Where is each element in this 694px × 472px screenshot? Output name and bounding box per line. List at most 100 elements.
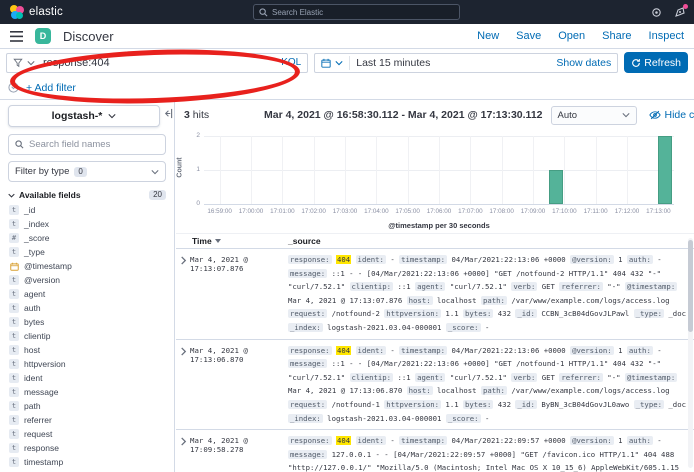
chevron-down-icon[interactable] <box>335 60 343 66</box>
refresh-button[interactable]: Refresh <box>624 52 688 73</box>
source-field-name: bytes: <box>463 400 493 409</box>
search-icon <box>259 8 268 17</box>
source-value: /notfound-2 <box>332 309 380 318</box>
settings-icon[interactable] <box>651 7 662 18</box>
sidebar-field-message[interactable]: tmessage <box>4 385 170 399</box>
sidebar-field-request[interactable]: trequest <box>4 427 170 441</box>
histogram-bar[interactable] <box>658 136 672 204</box>
show-dates-button[interactable]: Show dates <box>556 57 611 69</box>
source-value: 127.0.0.1 - - [04/Mar/2021:22:09:57 +000… <box>288 450 679 472</box>
source-value: "-" <box>607 282 620 291</box>
sidebar-field-@timestamp[interactable]: @timestamp <box>4 259 170 273</box>
time-column-header[interactable]: Time <box>192 236 221 246</box>
source-field-name: _type: <box>634 400 664 409</box>
app-nav-bar: D Discover NewSaveOpenShareInspect <box>0 24 694 49</box>
source-field-name: ident: <box>356 255 386 264</box>
source-field-name: referrer: <box>559 373 603 382</box>
type-filter-count-badge: 0 <box>74 167 86 177</box>
source-field-name: response: <box>288 346 332 355</box>
nav-action-share[interactable]: Share <box>602 30 631 42</box>
source-field-name: _score: <box>446 323 481 332</box>
source-value: - <box>485 323 489 332</box>
source-field-name: auth: <box>627 346 653 355</box>
expand-row-icon[interactable] <box>180 347 187 356</box>
source-value: _doc <box>668 309 686 318</box>
nav-action-save[interactable]: Save <box>516 30 541 42</box>
source-field-name: message: <box>288 450 327 459</box>
source-field-name: path: <box>481 296 507 305</box>
source-field-name: httpversion: <box>384 400 441 409</box>
hide-chart-button[interactable]: Hide chart <box>649 109 694 121</box>
sidebar-field-host[interactable]: thost <box>4 343 170 357</box>
sidebar-field-agent[interactable]: tagent <box>4 287 170 301</box>
chevron-down-icon[interactable] <box>27 60 35 66</box>
field-list: t_idt_index#_scoret_type@timestampt@vers… <box>4 203 170 469</box>
source-field-name: _score: <box>446 414 481 423</box>
row-source: response: 404 ident: - timestamp: 04/Mar… <box>288 430 694 472</box>
query-language-button[interactable]: KQL <box>281 57 301 68</box>
sidebar-field-_score[interactable]: #_score <box>4 231 170 245</box>
available-fields-header[interactable]: Available fields 20 <box>8 190 166 200</box>
source-value: 1.1 <box>445 400 458 409</box>
field-name: bytes <box>24 317 44 327</box>
sidebar-field-@version[interactable]: t@version <box>4 273 170 287</box>
source-field-name: _id: <box>515 309 537 318</box>
index-pattern-select[interactable]: logstash-* <box>8 105 160 127</box>
nav-action-open[interactable]: Open <box>558 30 585 42</box>
kibana-discover-app: elastic D Discover NewSaveOpenShareInspe… <box>0 0 694 472</box>
gridline <box>439 136 440 204</box>
expand-row-icon[interactable] <box>180 256 187 265</box>
source-field-name: @version: <box>570 346 614 355</box>
filter-icon[interactable] <box>13 58 23 68</box>
sidebar-field-_id[interactable]: t_id <box>4 203 170 217</box>
source-value: 04/Mar/2021:22:09:57 +0000 <box>451 436 565 445</box>
gridline <box>345 136 346 204</box>
query-input[interactable]: response:404 KQL <box>6 53 308 73</box>
sidebar-field-_type[interactable]: t_type <box>4 245 170 259</box>
vertical-scrollbar[interactable] <box>688 238 693 468</box>
sidebar-field-_index[interactable]: t_index <box>4 217 170 231</box>
sidebar-field-timestamp[interactable]: ttimestamp <box>4 455 170 469</box>
sidebar-field-bytes[interactable]: tbytes <box>4 315 170 329</box>
global-search-input[interactable] <box>272 8 454 17</box>
space-badge[interactable]: D <box>35 28 51 44</box>
collapse-sidebar-icon[interactable] <box>162 108 173 119</box>
histogram-chart[interactable]: Count @timestamp per 30 seconds 01216:59… <box>176 130 694 233</box>
interval-select[interactable]: Auto <box>551 106 637 125</box>
notification-dot <box>683 4 688 9</box>
user-avatar-icon[interactable] <box>674 6 686 18</box>
query-text[interactable]: response:404 <box>43 57 277 69</box>
row-timestamp: Mar 4, 2021 @ 17:13:06.870 <box>190 346 286 364</box>
sidebar-field-httpversion[interactable]: thttpversion <box>4 357 170 371</box>
nav-action-new[interactable]: New <box>477 30 499 42</box>
global-search-box[interactable] <box>253 4 460 20</box>
doc-table-rows: Mar 4, 2021 @ 17:13:07.876response: 404 … <box>176 249 694 472</box>
sidebar-field-referrer[interactable]: treferrer <box>4 413 170 427</box>
source-value: /var/www/example.com/logs/access.log <box>511 386 669 395</box>
sidebar-field-ident[interactable]: tident <box>4 371 170 385</box>
string-type-icon: t <box>9 247 19 257</box>
scrollbar-thumb[interactable] <box>688 240 693 332</box>
sidebar-field-auth[interactable]: tauth <box>4 301 170 315</box>
source-field-name: verb: <box>511 282 537 291</box>
menu-icon[interactable] <box>10 31 23 42</box>
string-type-icon: t <box>9 317 19 327</box>
date-picker[interactable]: Last 15 minutes Show dates <box>314 53 618 73</box>
field-search-input[interactable] <box>29 139 159 150</box>
time-range-value[interactable]: Last 15 minutes <box>356 57 430 69</box>
string-type-icon: t <box>9 401 19 411</box>
source-value: - <box>657 436 661 445</box>
elastic-brand[interactable]: elastic <box>10 5 63 19</box>
expand-row-icon[interactable] <box>180 437 187 446</box>
add-filter-button[interactable]: + Add filter <box>26 82 76 94</box>
calendar-icon[interactable] <box>321 58 331 68</box>
field-search-box[interactable] <box>8 134 166 155</box>
field-name: host <box>24 345 40 355</box>
saved-query-menu-icon[interactable] <box>8 82 19 93</box>
histogram-bar[interactable] <box>549 170 563 204</box>
sidebar-field-clientip[interactable]: tclientip <box>4 329 170 343</box>
sidebar-field-path[interactable]: tpath <box>4 399 170 413</box>
sidebar-field-response[interactable]: tresponse <box>4 441 170 455</box>
filter-by-type-button[interactable]: Filter by type 0 <box>8 161 166 182</box>
nav-action-inspect[interactable]: Inspect <box>649 30 684 42</box>
